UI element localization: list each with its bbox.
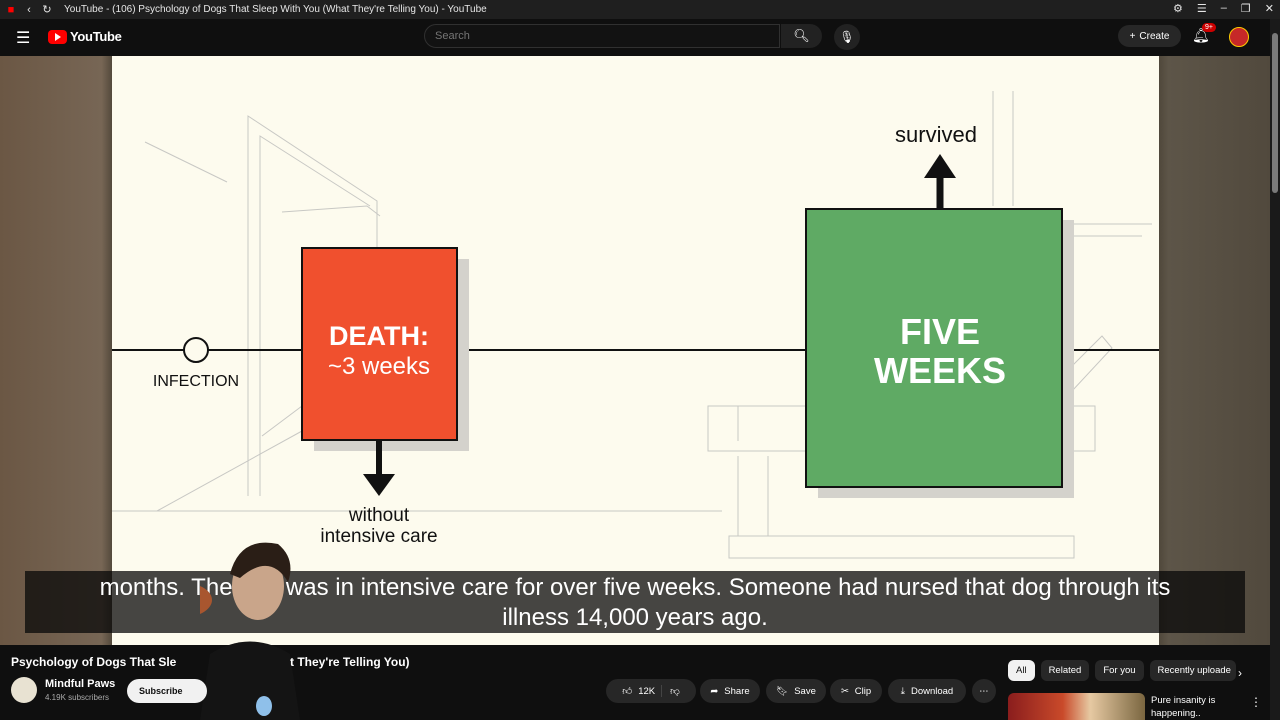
clip-button[interactable]: ✂ Clip: [830, 679, 882, 703]
infection-label: INFECTION: [153, 373, 239, 390]
intensive-care-label: intensive care: [320, 526, 437, 547]
reload-icon[interactable]: ↻: [40, 3, 54, 16]
share-label: Share: [724, 685, 750, 697]
presenter-overlay: [200, 542, 300, 720]
back-icon[interactable]: ‹: [22, 4, 36, 16]
thumbs-down-icon: 👎︎: [670, 686, 680, 697]
search-button[interactable]: 🔍︎: [781, 24, 822, 48]
without-label: without: [348, 505, 410, 526]
save-button[interactable]: 🔖︎ Save: [766, 679, 826, 703]
recommended-title-line-1: Pure insanity is: [1151, 695, 1216, 706]
chip-all[interactable]: All: [1008, 660, 1035, 681]
video-title: Psychology of Dogs That Sle: [11, 655, 177, 669]
recommended-title-line-2: happening..: [1151, 708, 1201, 719]
dislike-button[interactable]: 👎︎: [661, 685, 680, 697]
notifications-badge: 9+: [1202, 23, 1216, 32]
infection-marker: [183, 337, 209, 363]
scissors-icon: ✂: [840, 685, 849, 697]
thumbs-up-icon: 👍︎: [622, 686, 633, 697]
share-button[interactable]: ➦ Share: [700, 679, 760, 703]
death-label: DEATH:: [329, 321, 429, 351]
minimize-icon[interactable]: –: [1221, 2, 1227, 15]
clip-label: Clip: [854, 685, 872, 697]
close-icon[interactable]: ✕: [1265, 2, 1274, 15]
extensions-icon[interactable]: ⚙: [1173, 2, 1183, 15]
recommended-video-title[interactable]: Pure insanity is happening..: [1151, 694, 1215, 720]
channel-name[interactable]: Mindful Paws: [45, 678, 115, 690]
up-arrow-icon: [924, 154, 956, 178]
death-duration: ~3 weeks: [328, 353, 430, 380]
youtube-play-logo-icon: [48, 29, 67, 44]
chip-recently-uploaded[interactable]: Recently uploade: [1149, 660, 1236, 681]
weeks-label: WEEKS: [874, 350, 1006, 391]
window-title: YouTube - (106) Psychology of Dogs That …: [64, 4, 487, 15]
five-label: FIVE: [900, 311, 980, 352]
download-button[interactable]: ⤓ Download: [888, 679, 966, 703]
youtube-favicon-icon: ■: [7, 3, 15, 16]
survived-label: survived: [895, 122, 977, 147]
scrollbar-thumb[interactable]: [1272, 33, 1278, 193]
create-label: Create: [1139, 30, 1170, 42]
like-button[interactable]: 👍︎ 12K: [622, 685, 656, 698]
down-arrow-icon: [363, 474, 395, 496]
page-scrollbar[interactable]: [1270, 19, 1280, 720]
youtube-logo[interactable]: YouTube: [48, 29, 122, 44]
subscriber-count: 4.19K subscribers: [45, 693, 110, 702]
voice-search-button[interactable]: 🎙︎: [834, 24, 860, 50]
bookmark-icon: 🔖︎: [776, 685, 789, 697]
recommended-video-thumbnail[interactable]: [1008, 693, 1145, 720]
logo-text: YouTube: [70, 29, 122, 44]
presenter-shirt: [200, 641, 300, 720]
recommendation-chips: All Related For you Recently uploade: [1008, 660, 1236, 681]
download-label: Download: [910, 685, 954, 697]
plus-icon: +: [1129, 30, 1136, 42]
browser-menu-icon[interactable]: ☰: [1197, 2, 1207, 15]
chevron-right-icon[interactable]: ›: [1238, 666, 1242, 680]
browser-titlebar: ■ ‹ ↻ YouTube - (106) Psychology of Dogs…: [0, 0, 1280, 19]
account-avatar[interactable]: [1229, 27, 1249, 47]
like-dislike-group: 👍︎ 12K 👎︎: [606, 679, 696, 703]
subscribe-button[interactable]: Subscribe: [127, 679, 207, 703]
chip-related[interactable]: Related: [1040, 660, 1090, 681]
microphone-icon: 🎙︎: [839, 30, 855, 44]
presenter-hand: [200, 585, 212, 615]
shirt-logo: [256, 696, 272, 716]
create-button[interactable]: + Create: [1118, 25, 1181, 47]
search-icon: 🔍︎: [793, 28, 810, 43]
search-input[interactable]: [424, 24, 780, 48]
more-horizontal-icon: ⋯: [979, 685, 989, 697]
share-icon: ➦: [710, 685, 719, 697]
download-icon: ⤓: [900, 685, 905, 697]
save-label: Save: [794, 685, 816, 697]
channel-avatar[interactable]: [11, 677, 37, 703]
restore-icon[interactable]: ❐: [1241, 2, 1251, 15]
like-count: 12K: [638, 685, 656, 697]
video-title-end: t They're Telling You): [290, 655, 410, 669]
youtube-header: ☰ YouTube 🔍︎ 🎙︎ + Create 🔔︎ 9+: [0, 19, 1280, 56]
hamburger-menu-icon[interactable]: ☰: [16, 28, 30, 48]
chip-for-you[interactable]: For you: [1095, 660, 1144, 681]
more-actions-button[interactable]: ⋯: [972, 679, 996, 703]
more-vertical-icon[interactable]: ⋮: [1250, 695, 1262, 709]
